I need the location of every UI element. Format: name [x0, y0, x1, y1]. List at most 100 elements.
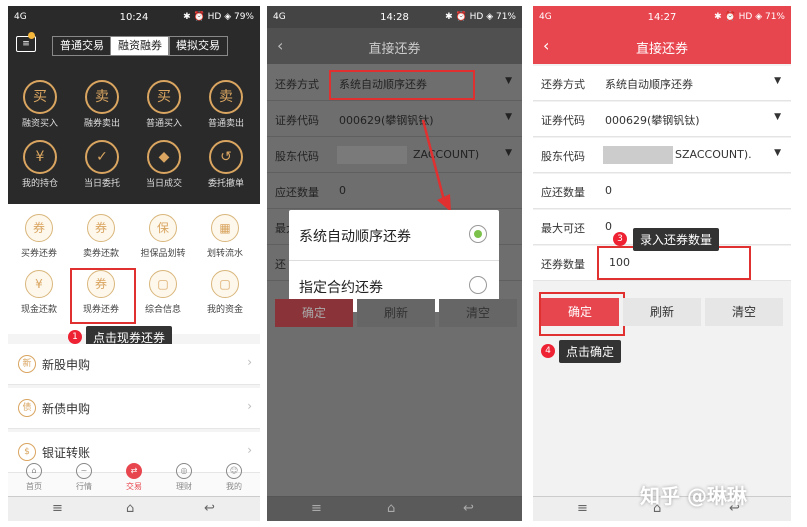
clear-button[interactable]: 清空 [439, 299, 517, 327]
form-row[interactable]: 证券代码 000629(攀钢钒钛) ▼ [267, 102, 522, 137]
func-icon[interactable]: 卖 [209, 80, 243, 114]
margin-func-icon[interactable]: 保 [149, 214, 177, 242]
dropdown-arrow-icon[interactable]: ▼ [505, 148, 512, 158]
dropdown-arrow-icon[interactable]: ▼ [505, 112, 512, 122]
home-icon[interactable]: ⌂ [126, 501, 134, 516]
form-label: 还券数量 [541, 258, 585, 271]
step-callout-3: 录入还券数量 [633, 228, 720, 251]
clear-button[interactable]: 清空 [705, 298, 783, 326]
form-label: 最大可还 [541, 222, 585, 235]
margin-func-label: 买券还券 [20, 249, 57, 259]
dropdown-arrow-icon[interactable]: ▼ [774, 148, 781, 158]
form-row[interactable]: 股东代码 SZACCOUNT). ▼ [533, 138, 791, 173]
menu-icon[interactable]: ≡ [577, 501, 588, 516]
tab-simulated-trade[interactable]: 模拟交易 [168, 36, 228, 56]
home-icon[interactable]: ⌂ [387, 501, 395, 516]
func-icon[interactable]: 卖 [85, 80, 119, 114]
func-label: 当日成交 [145, 179, 182, 189]
form-label: 还券方式 [541, 78, 585, 91]
form-label: 应还数量 [541, 186, 585, 199]
status-icons: ✱ ⏰ HD ◈ 79% [183, 12, 254, 22]
form-row[interactable]: 还券方式 系统自动顺序还券 ▼ [533, 66, 791, 101]
func-icon[interactable]: ↺ [209, 140, 243, 174]
step-number-3: 3 [613, 232, 627, 246]
dropdown-arrow-icon[interactable]: ▼ [774, 112, 781, 122]
highlight-box-quantity [597, 246, 751, 280]
margin-func-icon[interactable]: ▢ [211, 270, 239, 298]
form-label: 还 [275, 258, 286, 271]
form-label: 证券代码 [541, 114, 585, 127]
back-icon[interactable]: ↩ [204, 501, 215, 516]
form-value: 0 [339, 184, 346, 197]
func-label: 融资买入 [21, 119, 58, 129]
func-icon[interactable]: ¥ [23, 140, 57, 174]
func-icon[interactable]: 买 [23, 80, 57, 114]
margin-func-icon[interactable]: 券 [25, 214, 53, 242]
tab-normal-trade[interactable]: 普通交易 [52, 36, 112, 56]
bottom-tab[interactable]: ⇄ 交易 [114, 463, 154, 492]
form-row[interactable]: 证券代码 000629(攀钢钒钛) ▼ [533, 102, 791, 137]
bottom-tab-icon: ◎ [176, 463, 192, 479]
margin-func-label: 现券还券 [82, 305, 119, 315]
form-row[interactable]: 股东代码 ZACCOUNT) ▼ [267, 138, 522, 173]
func-icon[interactable]: ◆ [147, 140, 181, 174]
highlight-box-repay-method [329, 70, 475, 100]
form-label: 还券方式 [275, 78, 319, 91]
bottom-tab-icon: ☺ [226, 463, 242, 479]
status-icons: ✱ ⏰ HD ◈ 71% [714, 12, 785, 22]
form-row: 应还数量 0 [533, 174, 791, 209]
confirm-button[interactable]: 确定 [275, 299, 353, 327]
bottom-tab-label: 交易 [126, 482, 142, 491]
confirm-button[interactable]: 确定 [541, 298, 619, 326]
refresh-button[interactable]: 刷新 [623, 298, 701, 326]
form-label: 证券代码 [275, 114, 319, 127]
step-number-1: 1 [68, 330, 82, 344]
menu-icon[interactable]: ≡ [52, 501, 63, 516]
dropdown-arrow-icon[interactable]: ▼ [505, 76, 512, 86]
radio-empty-icon[interactable] [469, 276, 487, 294]
masked-account [337, 146, 407, 164]
chevron-right-icon: › [247, 399, 252, 413]
func-label: 当日委托 [83, 179, 120, 189]
repay-method-popup: 系统自动顺序还券 指定合约还券 [289, 210, 499, 312]
bottom-tab-label: 首页 [26, 482, 42, 491]
margin-func-label: 担保品划转 [140, 249, 186, 259]
pointer-arrow [421, 119, 451, 212]
bottom-tab-icon: ~ [76, 463, 92, 479]
option-specified-contract-label: 指定合约还券 [299, 280, 383, 296]
page-title: 直接还券 [368, 42, 421, 57]
menu-icon[interactable]: ≡ [311, 501, 322, 516]
bottom-tab[interactable]: ☺ 我的 [214, 463, 254, 492]
form-label: 股东代码 [275, 150, 319, 163]
bottom-tab-label: 行情 [76, 482, 92, 491]
bottom-tab[interactable]: ~ 行情 [64, 463, 104, 492]
radio-selected-icon[interactable] [469, 225, 487, 243]
list-item[interactable]: 债新债申购 › [8, 388, 260, 429]
margin-func-icon[interactable]: ▢ [149, 270, 177, 298]
margin-func-icon[interactable]: 券 [87, 270, 115, 298]
margin-func-icon[interactable]: ¥ [25, 270, 53, 298]
system-nav-bar: ≡ ⌂ ↩ [267, 496, 522, 521]
option-auto-order[interactable]: 系统自动顺序还券 [289, 210, 499, 261]
form-value: 0 [605, 220, 612, 233]
margin-func-icon[interactable]: 券 [87, 214, 115, 242]
refresh-button[interactable]: 刷新 [357, 299, 435, 327]
repay-screen: 4G 14:27 ✱ ⏰ HD ◈ 71% ‹ 直接还券 还券方式 系统自动顺序还… [533, 6, 791, 521]
func-icon[interactable]: ✓ [85, 140, 119, 174]
form-label: 股东代码 [541, 150, 585, 163]
list-item[interactable]: 新新股申购 › [8, 344, 260, 385]
bottom-tab-icon: ⌂ [26, 463, 42, 479]
bottom-tab[interactable]: ⌂ 首页 [14, 463, 54, 492]
func-icon[interactable]: 买 [147, 80, 181, 114]
tab-margin-trade[interactable]: 融资融券 [110, 36, 170, 56]
func-label: 委托撤单 [207, 179, 244, 189]
dropdown-arrow-icon[interactable]: ▼ [774, 76, 781, 86]
bottom-tab-icon: ⇄ [126, 463, 142, 479]
back-icon[interactable]: ↩ [463, 501, 474, 516]
bottom-tab-label: 理财 [176, 482, 192, 491]
chevron-right-icon: › [247, 443, 252, 457]
list-item-icon: 债 [18, 399, 36, 417]
margin-func-icon[interactable]: ▦ [211, 214, 239, 242]
func-label: 融券卖出 [83, 119, 120, 129]
bottom-tab[interactable]: ◎ 理财 [164, 463, 204, 492]
